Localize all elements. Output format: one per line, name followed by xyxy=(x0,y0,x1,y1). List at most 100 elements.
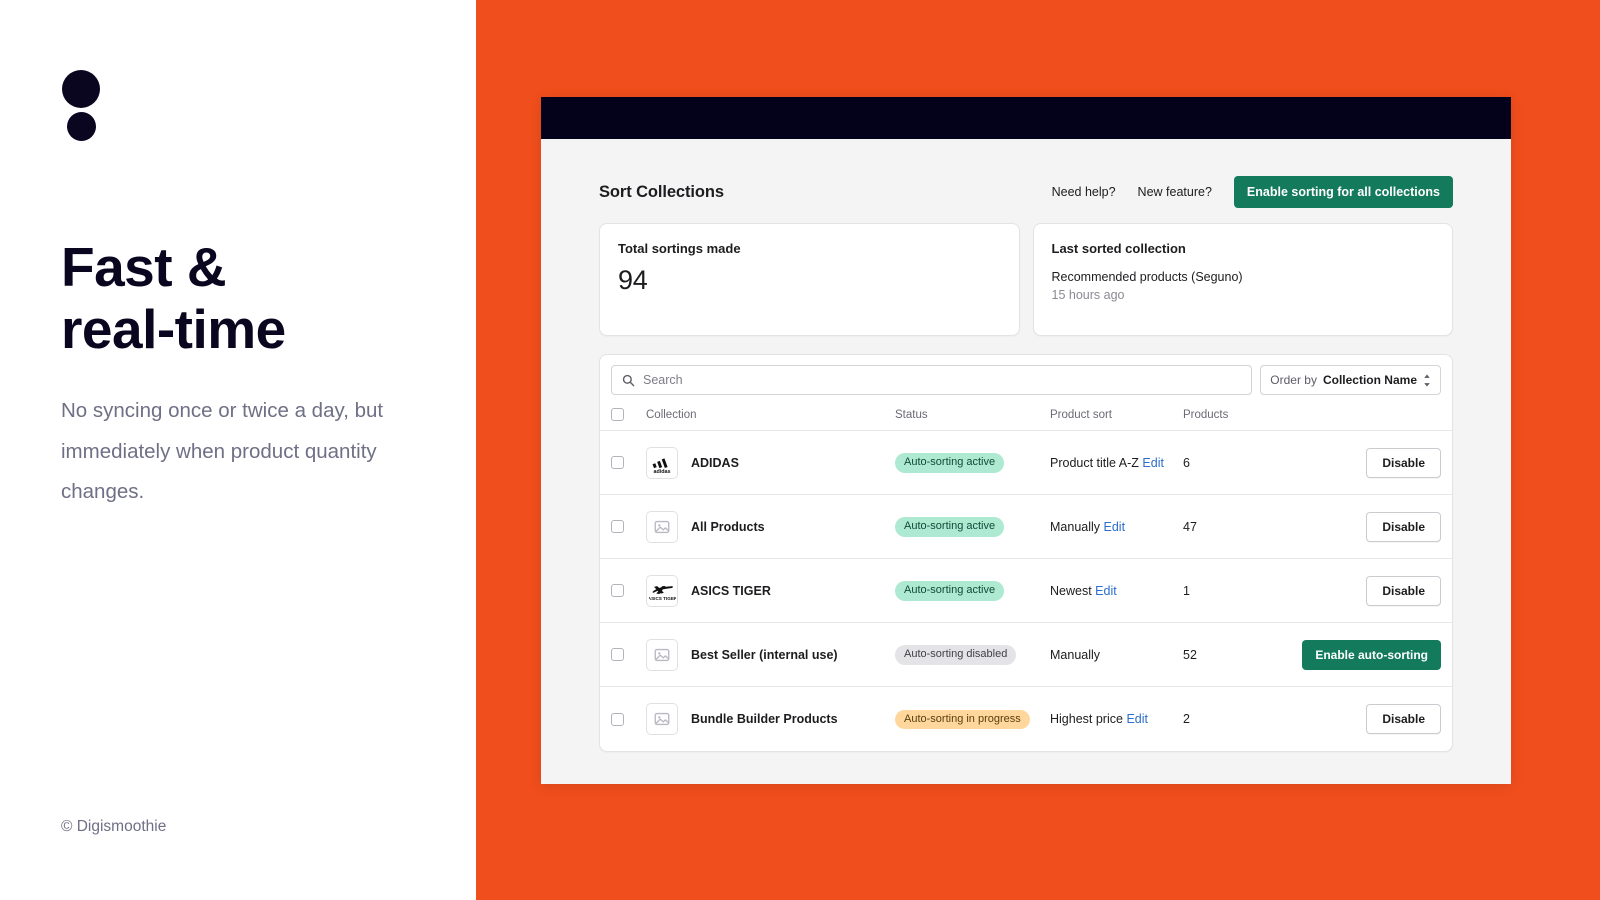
products-count: 6 xyxy=(1183,455,1190,470)
stat-label: Last sorted collection xyxy=(1051,241,1186,256)
edit-sort-link[interactable]: Edit xyxy=(1095,584,1117,598)
product-sort-value: Manually xyxy=(1050,647,1101,662)
select-all-checkbox[interactable] xyxy=(611,408,624,421)
table-row[interactable]: All Products Auto-sorting active Manuall… xyxy=(600,495,1452,559)
stats-row: Total sortings made 94 Last sorted colle… xyxy=(541,209,1511,336)
collections-table-card: Order by Collection Name xyxy=(599,354,1453,752)
collection-name: All Products xyxy=(691,519,765,534)
product-sort-value: Highest price xyxy=(1050,712,1123,726)
edit-sort-link[interactable]: Edit xyxy=(1126,712,1148,726)
product-sort-cell: Highest price Edit xyxy=(1050,712,1183,726)
row-action-cell: Enable auto-sorting xyxy=(1302,639,1441,670)
headline-line-2: real-time xyxy=(61,298,286,360)
logo-dot-large xyxy=(62,70,100,108)
status-cell: Auto-sorting active xyxy=(895,516,1050,537)
search-input[interactable] xyxy=(643,373,1242,387)
product-sort-cell: Newest Edit xyxy=(1050,584,1183,598)
table-header-row: Collection Status Product sort Products xyxy=(600,405,1452,431)
page-root: Fast & real-time No syncing once or twic… xyxy=(0,0,1600,900)
stat-value: 94 xyxy=(618,265,648,295)
row-select-cell xyxy=(611,520,639,533)
row-action-cell: Disable xyxy=(1311,511,1441,542)
image-placeholder-icon xyxy=(646,510,678,543)
svg-text:ASICS TIGER: ASICS TIGER xyxy=(649,596,676,601)
logo-dot-small xyxy=(67,112,96,141)
product-sort-cell: Manually xyxy=(1050,648,1183,662)
asics-tiger-logo-icon: ASICS TIGER xyxy=(646,574,678,607)
disable-button[interactable]: Disable xyxy=(1366,575,1441,606)
search-icon xyxy=(622,374,635,387)
status-badge: Auto-sorting active xyxy=(895,453,1005,473)
disable-button[interactable]: Disable xyxy=(1366,447,1441,478)
products-count: 47 xyxy=(1183,519,1197,534)
product-sort-value: Newest xyxy=(1050,583,1092,598)
order-by-prefix: Order by xyxy=(1270,373,1317,387)
right-orange-panel: Sort Collections Need help? New feature?… xyxy=(476,0,1600,900)
new-feature-link[interactable]: New feature? xyxy=(1138,185,1212,199)
product-sort-value: Product title A-Z xyxy=(1050,455,1139,470)
table-row[interactable]: ASICS TIGER ASICS TIGER Auto-sorting act… xyxy=(600,559,1452,623)
row-select-cell xyxy=(611,456,639,469)
app-body: Sort Collections Need help? New feature?… xyxy=(541,139,1511,784)
row-checkbox[interactable] xyxy=(611,520,624,533)
need-help-link[interactable]: Need help? xyxy=(1052,185,1116,199)
stat-card-total-sortings: Total sortings made 94 xyxy=(599,223,1020,336)
left-marketing-panel: Fast & real-time No syncing once or twic… xyxy=(0,0,476,900)
select-all-cell xyxy=(611,408,639,421)
collection-cell: ASICS TIGER ASICS TIGER xyxy=(639,574,895,607)
col-header-status: Status xyxy=(895,408,928,421)
row-select-cell xyxy=(611,584,639,597)
table-row[interactable]: Bundle Builder Products Auto-sorting in … xyxy=(600,687,1452,751)
collection-cell: Bundle Builder Products xyxy=(639,703,895,735)
row-checkbox[interactable] xyxy=(611,456,624,469)
col-header-collection: Collection xyxy=(646,408,697,421)
image-placeholder-icon xyxy=(646,638,678,671)
row-select-cell xyxy=(611,648,639,661)
subtext: No syncing once or twice a day, but imme… xyxy=(61,399,384,503)
products-count: 52 xyxy=(1183,647,1197,662)
row-action-cell: Disable xyxy=(1311,704,1441,734)
page-header: Sort Collections Need help? New feature?… xyxy=(541,161,1511,209)
stat-card-last-sorted: Last sorted collection Recommended produ… xyxy=(1032,223,1453,336)
last-sorted-collection-name: Recommended products (Seguno) xyxy=(1051,270,1243,284)
status-cell: Auto-sorting in progress xyxy=(895,709,1050,730)
table-filter-row: Order by Collection Name xyxy=(600,355,1452,405)
status-cell: Auto-sorting active xyxy=(895,580,1050,601)
order-by-select[interactable]: Order by Collection Name xyxy=(1260,365,1441,395)
adidas-logo-icon: adidas xyxy=(646,446,678,479)
image-placeholder-icon xyxy=(646,703,678,735)
row-checkbox[interactable] xyxy=(611,648,624,661)
products-count: 2 xyxy=(1183,712,1190,726)
products-count: 1 xyxy=(1183,583,1190,598)
enable-sorting-all-button[interactable]: Enable sorting for all collections xyxy=(1233,176,1453,208)
row-action-cell: Disable xyxy=(1311,575,1441,606)
stat-label: Total sortings made xyxy=(618,241,741,256)
status-cell: Auto-sorting active xyxy=(895,452,1050,473)
enable-auto-sorting-button[interactable]: Enable auto-sorting xyxy=(1302,639,1441,670)
col-header-product-sort: Product sort xyxy=(1050,408,1112,421)
table-row[interactable]: adidas ADIDAS Auto-sorting active Produc… xyxy=(600,431,1452,495)
updown-chevron-icon xyxy=(1423,373,1431,387)
status-badge: Auto-sorting active xyxy=(895,517,1005,537)
collection-name: Bundle Builder Products xyxy=(691,712,838,726)
svg-text:adidas: adidas xyxy=(653,469,670,475)
status-badge: Auto-sorting in progress xyxy=(895,709,1030,730)
search-box[interactable] xyxy=(611,365,1253,395)
product-sort-value: Manually xyxy=(1050,519,1101,534)
status-cell: Auto-sorting disabled xyxy=(895,644,1050,665)
table-row[interactable]: Best Seller (internal use) Auto-sorting … xyxy=(600,623,1452,687)
edit-sort-link[interactable]: Edit xyxy=(1142,456,1164,470)
collection-name: ASICS TIGER xyxy=(691,583,771,598)
headline: Fast & real-time xyxy=(61,236,441,360)
row-checkbox[interactable] xyxy=(611,584,624,597)
disable-button[interactable]: Disable xyxy=(1366,704,1441,734)
row-action-cell: Disable xyxy=(1311,447,1441,478)
app-window-screenshot: Sort Collections Need help? New feature?… xyxy=(541,97,1511,784)
order-by-value: Collection Name xyxy=(1322,373,1417,387)
edit-sort-link[interactable]: Edit xyxy=(1104,520,1126,534)
collection-cell: adidas ADIDAS xyxy=(639,446,895,479)
copyright-text: © Digismoothie xyxy=(61,818,167,835)
disable-button[interactable]: Disable xyxy=(1366,511,1441,542)
row-checkbox[interactable] xyxy=(611,712,624,726)
app-topbar xyxy=(541,97,1511,139)
